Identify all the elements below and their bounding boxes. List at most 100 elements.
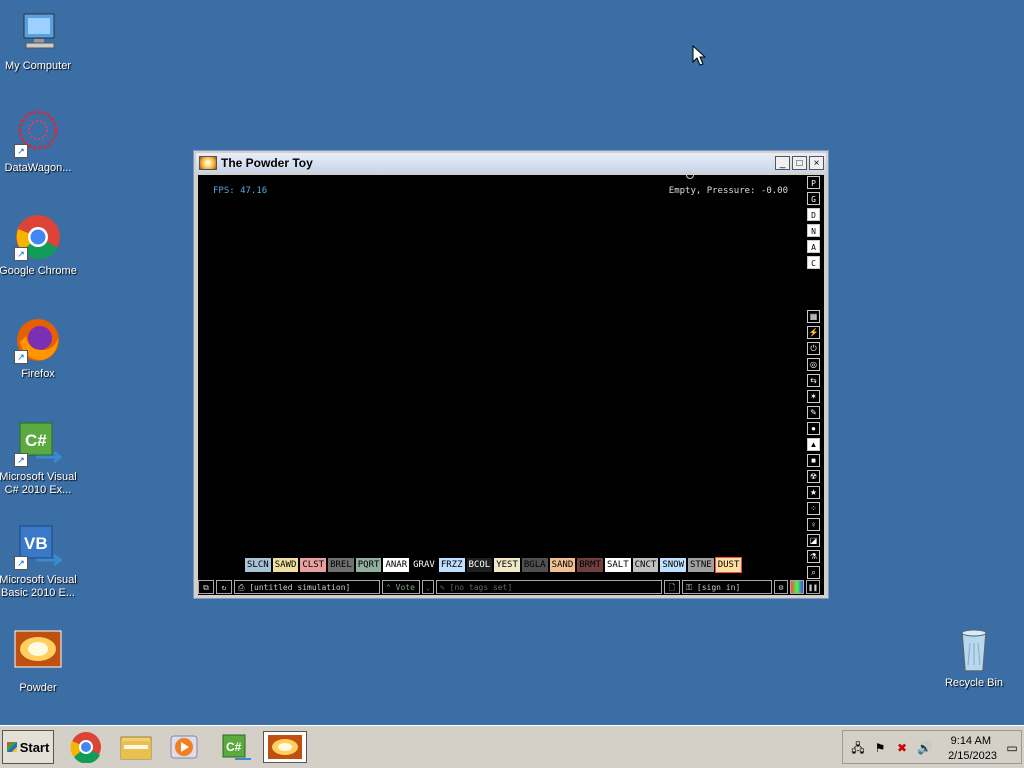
action-center-icon[interactable]: ⚑ bbox=[873, 741, 887, 755]
element-brel[interactable]: BREL bbox=[328, 558, 354, 572]
visual-csharp-icon: C# ↗ bbox=[14, 419, 65, 467]
element-bgla[interactable]: BGLA bbox=[521, 558, 548, 572]
maximize-button[interactable]: □ bbox=[792, 156, 807, 170]
element-brmt[interactable]: BRMT bbox=[577, 558, 603, 572]
category-solids-icon[interactable]: ■ bbox=[807, 454, 820, 467]
side-button-n[interactable]: N bbox=[807, 224, 820, 237]
category-gases-icon[interactable]: ✎ bbox=[807, 406, 820, 419]
element-sand[interactable]: SAND bbox=[549, 558, 576, 572]
powder-toy-window[interactable]: The Powder Toy _ □ × FPS: 47.16 Empty, P… bbox=[193, 150, 829, 599]
taskbar: Start C# 🖧 ⚑ ✖ 🔊 9:14 AM 2/15/2023 ▭ bbox=[0, 725, 1024, 768]
side-button-a[interactable]: A bbox=[807, 240, 820, 253]
sign-in-label: [sign in] bbox=[696, 583, 741, 592]
vote-up-button[interactable]: ⌃ Vote bbox=[382, 580, 420, 594]
category-powered-icon[interactable]: ⏻ bbox=[807, 342, 820, 355]
category-special-icon[interactable]: ★ bbox=[807, 486, 820, 499]
media-player-icon bbox=[170, 735, 198, 759]
visual-basic-icon: VB ↗ bbox=[14, 522, 65, 570]
desktop-icon-visual-csharp[interactable]: C# ↗ Microsoft Visual C# 2010 Ex... bbox=[0, 419, 78, 497]
desktop-icon-my-computer[interactable]: My Computer bbox=[0, 8, 78, 73]
settings-icon[interactable]: ⚙ bbox=[774, 580, 788, 594]
pause-icon[interactable]: ❚❚ bbox=[806, 580, 820, 594]
window-titlebar[interactable]: The Powder Toy _ □ × bbox=[196, 153, 826, 173]
desktop-icon-powder[interactable]: Powder bbox=[0, 630, 78, 695]
desktop-icon-datawagon[interactable]: ↗ DataWagon... bbox=[0, 110, 78, 175]
desktop-icon-recycle-bin[interactable]: Recycle Bin bbox=[934, 625, 1014, 690]
windows-flag-icon bbox=[6, 742, 17, 752]
element-stne[interactable]: STNE bbox=[688, 558, 714, 572]
volume-icon[interactable]: 🔊 bbox=[917, 741, 932, 755]
start-button[interactable]: Start bbox=[2, 730, 54, 764]
element-anar[interactable]: ANAR bbox=[383, 558, 410, 572]
save-simulation-button[interactable]: ⎙ [untitled simulation] bbox=[234, 580, 380, 594]
desktop-icon-label: Recycle Bin bbox=[944, 677, 1004, 689]
element-cnct[interactable]: CNCT bbox=[632, 558, 659, 572]
sign-in-button[interactable]: ⚿ [sign in] bbox=[682, 580, 772, 594]
show-desktop-icon[interactable]: ▭ bbox=[1005, 741, 1019, 755]
side-button-g[interactable]: G bbox=[807, 192, 820, 205]
mouse-cursor-icon bbox=[692, 44, 707, 72]
element-grav[interactable]: GRAV bbox=[411, 558, 437, 572]
minimize-button[interactable]: _ bbox=[775, 156, 790, 170]
taskbar-media-player[interactable] bbox=[162, 731, 206, 763]
element-dust[interactable]: DUST bbox=[714, 557, 743, 573]
category-tools-icon[interactable]: ⚗ bbox=[807, 550, 820, 563]
element-salt[interactable]: SALT bbox=[604, 558, 631, 572]
powder-icon bbox=[268, 735, 302, 759]
element-pqrt[interactable]: PQRT bbox=[355, 558, 382, 572]
svg-text:C#: C# bbox=[226, 740, 242, 754]
taskbar-chrome[interactable] bbox=[64, 731, 108, 764]
close-button[interactable]: × bbox=[809, 156, 824, 170]
category-liquids-icon[interactable]: ● bbox=[807, 422, 820, 435]
category-powders-icon[interactable]: ▲ bbox=[807, 438, 820, 451]
category-sensors-icon[interactable]: ◎ bbox=[807, 358, 820, 371]
category-particles-icon[interactable]: ⁘ bbox=[807, 502, 820, 515]
vote-down-button[interactable]: ⌄ bbox=[422, 580, 434, 594]
clear-simulation-icon[interactable]: 🗋 bbox=[664, 580, 680, 594]
explorer-icon bbox=[120, 736, 152, 760]
category-force-icon[interactable]: ⇆ bbox=[807, 374, 820, 387]
recycle-bin-icon bbox=[950, 625, 998, 673]
element-palette: SLCN SAWD CLST BREL PQRT ANAR GRAV FRZZ … bbox=[245, 557, 743, 573]
desktop-icon-firefox[interactable]: ↗ Firefox bbox=[0, 316, 78, 381]
tags-button[interactable]: ✎ [no tags set] bbox=[436, 580, 662, 594]
network-warning-icon[interactable]: ✖ bbox=[895, 741, 909, 755]
reload-icon[interactable]: ↻ bbox=[216, 580, 232, 594]
network-connections-icon[interactable]: 🖧 bbox=[851, 741, 865, 755]
open-simulation-icon[interactable]: ⧉ bbox=[198, 580, 214, 594]
element-frzz[interactable]: FRZZ bbox=[438, 558, 465, 572]
category-radioactive-icon[interactable]: ☢ bbox=[807, 470, 820, 483]
desktop-icon-visual-basic[interactable]: VB ↗ Microsoft Visual Basic 2010 E... bbox=[0, 522, 78, 600]
desktop-icon-label: Firefox bbox=[21, 368, 55, 380]
taskbar-explorer[interactable] bbox=[114, 731, 158, 763]
datawagon-icon: ↗ bbox=[14, 110, 62, 158]
desktop-icon-label: DataWagon... bbox=[4, 162, 72, 174]
element-sawd[interactable]: SAWD bbox=[272, 558, 299, 572]
element-slcn[interactable]: SLCN bbox=[245, 558, 271, 572]
element-clst[interactable]: CLST bbox=[300, 558, 327, 572]
desktop-icon-label: Microsoft Visual Basic 2010 E... bbox=[0, 574, 77, 599]
category-electronics-icon[interactable]: ⚡ bbox=[807, 326, 820, 339]
desktop-icon-google-chrome[interactable]: ↗ Google Chrome bbox=[0, 213, 78, 278]
render-options-icon[interactable] bbox=[790, 580, 804, 594]
element-bcol[interactable]: BCOL bbox=[466, 558, 493, 572]
side-button-p[interactable]: P bbox=[807, 176, 820, 189]
category-walls-icon[interactable]: ▦ bbox=[807, 310, 820, 323]
category-favorites-icon[interactable]: ◪ bbox=[807, 534, 820, 547]
simulation-canvas[interactable]: FPS: 47.16 Empty, Pressure: -0.00 P G D … bbox=[198, 171, 824, 595]
clock-time[interactable]: 9:14 AM bbox=[951, 735, 991, 747]
bottom-bar: ⧉ ↻ ⎙ [untitled simulation] ⌃ Vote ⌄ ✎ [… bbox=[198, 579, 824, 595]
category-explosives-icon[interactable]: ✶ bbox=[807, 390, 820, 403]
chrome-icon bbox=[70, 732, 101, 764]
element-yest[interactable]: YEST bbox=[494, 558, 520, 572]
category-life-icon[interactable]: ♀ bbox=[807, 518, 820, 531]
firefox-icon: ↗ bbox=[14, 316, 62, 364]
side-button-c[interactable]: C bbox=[807, 256, 820, 269]
simulation-name: [untitled simulation] bbox=[249, 583, 351, 592]
taskbar-visual-csharp[interactable]: C# bbox=[213, 731, 257, 763]
clock-date[interactable]: 2/15/2023 bbox=[948, 750, 997, 762]
taskbar-powder[interactable] bbox=[263, 731, 307, 763]
side-button-d[interactable]: D bbox=[807, 208, 820, 221]
search-icon[interactable]: ⌕ bbox=[807, 566, 820, 579]
element-snow[interactable]: SNOW bbox=[660, 558, 686, 572]
